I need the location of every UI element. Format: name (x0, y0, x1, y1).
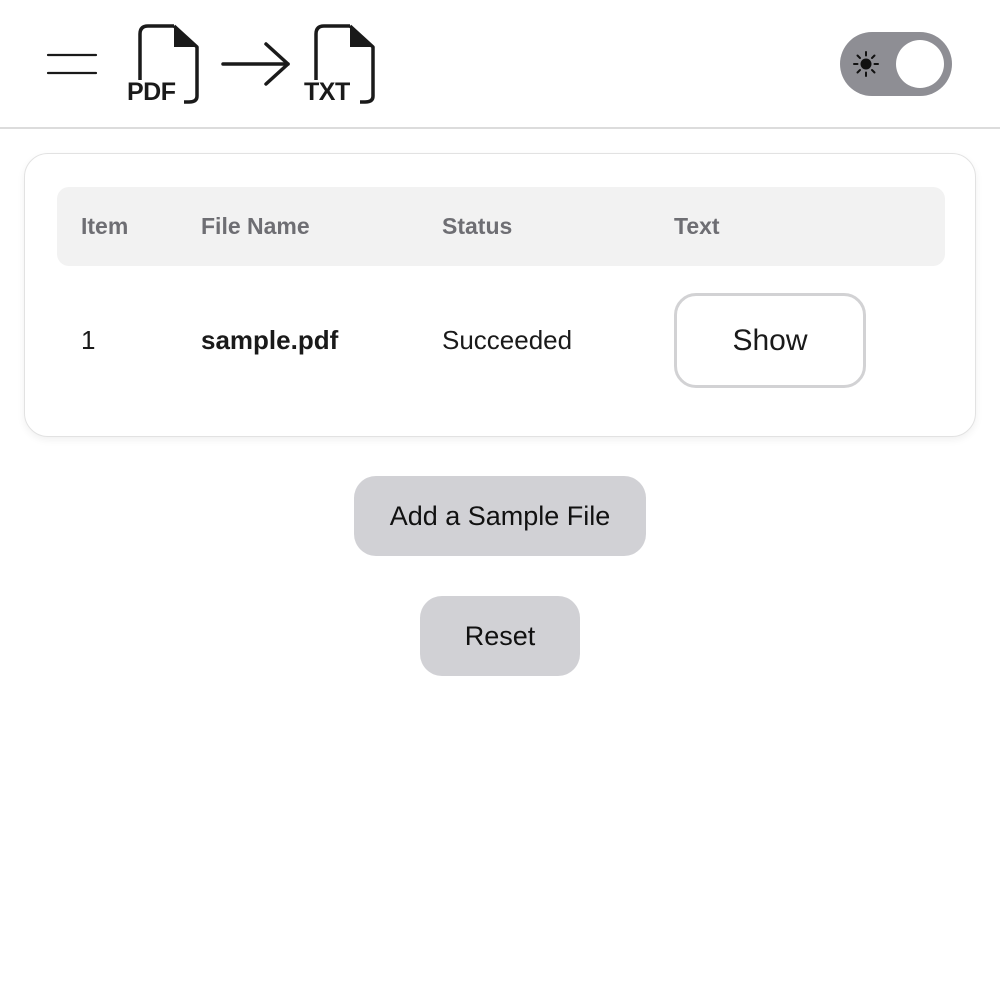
column-header-item: Item (81, 213, 129, 239)
column-header-status: Status (442, 213, 513, 239)
toggle-knob (896, 40, 944, 88)
sun-icon (853, 51, 879, 77)
cell-item: 1 (81, 325, 96, 355)
column-header-file-name: File Name (201, 213, 310, 239)
hamburger-menu-icon (46, 53, 98, 75)
app-logo: PDF TXT (120, 20, 382, 110)
app-header: PDF TXT (0, 0, 1000, 129)
reset-button[interactable]: Reset (420, 596, 580, 676)
cell-file-name: sample.pdf (201, 325, 339, 355)
table-row: 1 sample.pdf Succeeded Show (57, 266, 945, 414)
theme-toggle[interactable] (840, 32, 952, 96)
arrow-right-icon (221, 42, 290, 86)
add-sample-file-button[interactable]: Add a Sample File (354, 476, 646, 556)
logo-from-label: PDF (126, 78, 177, 106)
logo-to-label: TXT (303, 78, 351, 106)
table-header-row: Item File Name Status Text (57, 187, 945, 266)
show-text-button[interactable]: Show (674, 293, 866, 388)
cell-status: Succeeded (442, 325, 573, 355)
files-table-card: Item File Name Status Text 1 sample.pdf … (24, 153, 976, 437)
menu-button[interactable] (40, 44, 104, 84)
column-header-text: Text (674, 213, 720, 239)
